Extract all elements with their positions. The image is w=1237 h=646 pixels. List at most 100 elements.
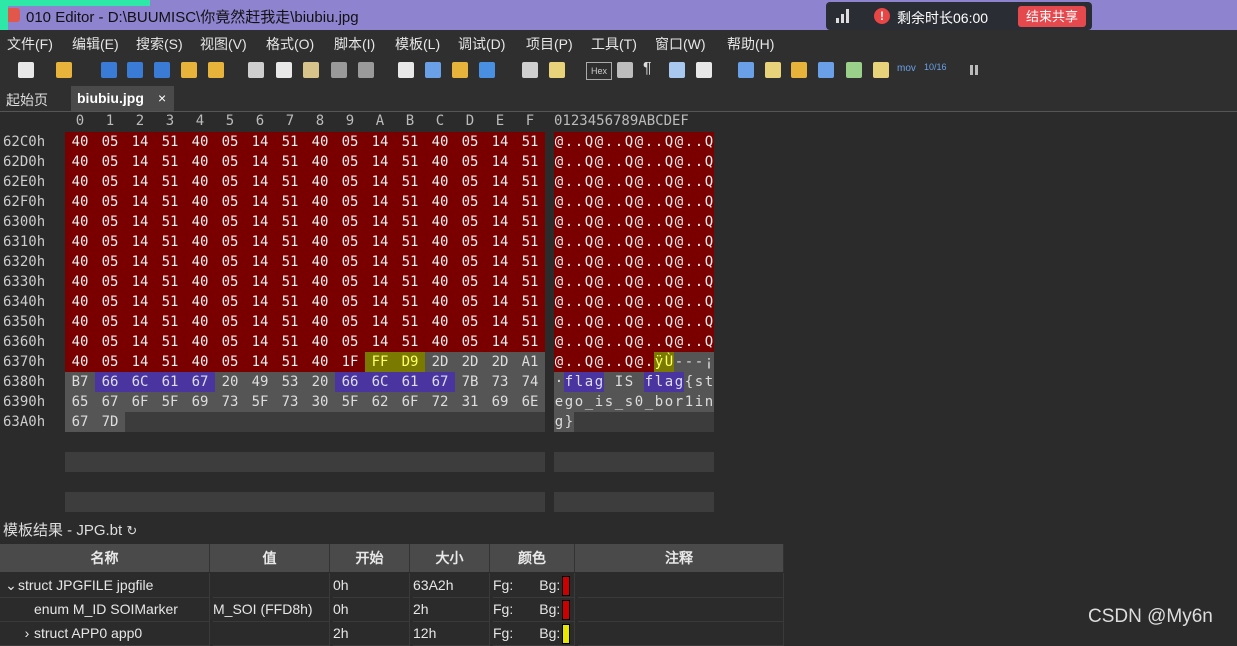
ascii-char[interactable]: . [604,152,614,172]
ascii-char[interactable]: i [694,392,704,412]
hex-byte[interactable]: 40 [305,132,335,152]
hex-editor[interactable]: 0123456789ABCDEF 0123456789ABCDEF 62C0h 4… [0,112,1237,514]
ascii-char[interactable]: Q [664,232,674,252]
hex-byte[interactable]: 51 [155,292,185,312]
ascii-char[interactable]: Q [624,192,634,212]
ascii-char[interactable]: @ [674,192,684,212]
ascii-char[interactable]: . [564,232,574,252]
hex-byte[interactable]: 14 [485,132,515,152]
hex-byte[interactable]: 51 [395,332,425,352]
hex-byte[interactable]: 65 [65,392,95,412]
hex-byte[interactable]: 40 [185,132,215,152]
ascii-char[interactable]: @ [594,292,604,312]
ascii-char[interactable]: { [684,372,694,392]
ascii-char[interactable]: t [704,372,714,392]
hex-byte[interactable]: 05 [335,252,365,272]
ascii-char[interactable]: Q [624,312,634,332]
ascii-char[interactable]: f [564,372,574,392]
ascii-char[interactable]: @ [674,172,684,192]
ascii-char[interactable]: . [564,212,574,232]
ascii-char[interactable]: . [644,292,654,312]
hex-byte[interactable]: 05 [95,232,125,252]
hex-byte[interactable]: 14 [245,312,275,332]
hex-byte[interactable]: 40 [425,172,455,192]
hex-byte[interactable]: 05 [455,312,485,332]
ascii-char[interactable]: . [654,152,664,172]
hex-byte[interactable]: 05 [215,352,245,372]
hex-byte[interactable]: 51 [155,312,185,332]
hex-byte[interactable]: 51 [515,172,545,192]
ascii-char[interactable]: . [694,212,704,232]
hex-byte[interactable]: 40 [425,132,455,152]
ascii-char[interactable]: . [604,312,614,332]
hex-byte[interactable]: 51 [515,332,545,352]
hex-byte[interactable]: 14 [365,272,395,292]
menu-item[interactable]: 脚本(I) [334,34,375,54]
folders-icon[interactable] [208,62,224,78]
paste-icon[interactable] [303,62,319,78]
ascii-char[interactable]: Q [704,292,714,312]
highlight-icon[interactable] [696,62,712,78]
ascii-char[interactable]: . [644,312,654,332]
ascii-char[interactable]: @ [594,172,604,192]
ascii-char[interactable]: @ [634,132,644,152]
hex-byte[interactable]: 51 [515,312,545,332]
hex-byte[interactable]: 5F [155,392,185,412]
menu-item[interactable]: 模板(L) [395,34,440,54]
ascii-char[interactable]: @ [634,232,644,252]
hex-byte[interactable]: 40 [425,232,455,252]
ascii-char[interactable]: Q [624,252,634,272]
hex-byte[interactable]: 66 [95,372,125,392]
ascii-char[interactable]: . [694,192,704,212]
ascii-char[interactable]: . [604,352,614,372]
ascii-char[interactable]: . [644,132,654,152]
hex-byte[interactable]: 40 [185,332,215,352]
hex-byte[interactable]: 73 [485,372,515,392]
ascii-char[interactable]: Q [704,332,714,352]
ascii-char[interactable]: @ [554,192,564,212]
ascii-char[interactable]: Q [584,292,594,312]
ascii-char[interactable]: . [694,272,704,292]
ascii-char[interactable]: . [684,332,694,352]
hex-byte[interactable]: 14 [245,132,275,152]
hex-byte[interactable]: 14 [245,252,275,272]
ascii-char[interactable]: . [614,352,624,372]
ascii-char[interactable]: Q [664,252,674,272]
bg-color-swatch[interactable] [562,624,571,645]
hex-byte[interactable]: 14 [485,312,515,332]
ascii-char[interactable]: @ [554,292,564,312]
menu-item[interactable]: 文件(F) [7,34,53,54]
ascii-char[interactable]: g [564,392,574,412]
menu-item[interactable]: 调试(D) [458,34,505,54]
hex-byte[interactable]: 05 [335,232,365,252]
table-header[interactable]: 值 [210,544,330,572]
hex-byte[interactable]: 51 [155,332,185,352]
ascii-char[interactable]: . [694,232,704,252]
hex-byte[interactable]: 05 [95,272,125,292]
redo-icon[interactable] [358,62,374,78]
hex-byte[interactable]: 51 [515,252,545,272]
hex-byte[interactable]: 05 [215,172,245,192]
hex-byte[interactable]: 05 [335,292,365,312]
find-icon[interactable] [398,62,414,78]
ascii-char[interactable]: . [694,292,704,312]
table-row[interactable]: › struct APP0 app0 [0,621,210,646]
hex-byte[interactable]: 05 [215,152,245,172]
hex-byte[interactable]: 51 [395,292,425,312]
hex-byte[interactable]: 05 [335,192,365,212]
find-in-files-icon[interactable] [452,62,468,78]
ascii-char[interactable]: - [694,352,704,372]
copy-icon[interactable] [276,62,292,78]
bookmark-icon[interactable] [522,62,538,78]
ascii-char[interactable]: @ [634,212,644,232]
hex-byte[interactable]: 14 [485,212,515,232]
hex-byte[interactable]: 14 [125,152,155,172]
ascii-char[interactable]: Q [584,272,594,292]
hex-byte[interactable]: 14 [365,232,395,252]
hex-byte[interactable]: 05 [95,352,125,372]
ascii-char[interactable]: . [604,132,614,152]
ascii-char[interactable]: @ [634,152,644,172]
table-header[interactable]: 开始 [330,544,410,572]
field-size[interactable]: 2h [413,597,490,622]
ascii-char[interactable]: . [574,232,584,252]
